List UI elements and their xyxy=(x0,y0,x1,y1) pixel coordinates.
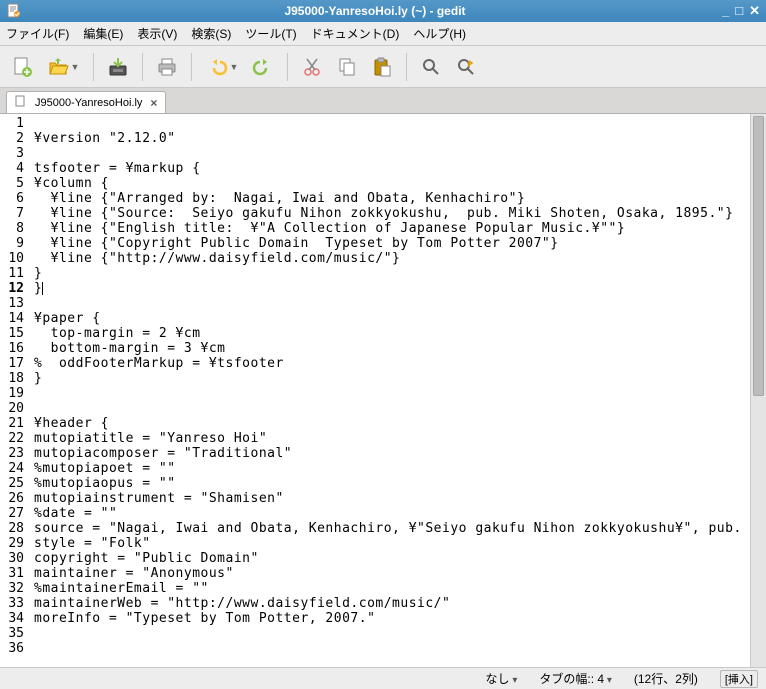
separator xyxy=(191,53,192,81)
tab-icon xyxy=(15,95,27,110)
toolbar: ▼ ▼ xyxy=(0,46,766,88)
paste-button[interactable] xyxy=(366,51,398,83)
app-icon xyxy=(6,3,22,19)
save-button[interactable] xyxy=(102,51,134,83)
separator xyxy=(93,53,94,81)
line-number-gutter: 1234567891011121314151617181920212223242… xyxy=(0,114,30,667)
maximize-button[interactable]: □ xyxy=(735,3,743,19)
search-button[interactable] xyxy=(415,51,447,83)
tabwidth-selector[interactable]: タブの幅:: 4 xyxy=(539,670,612,687)
separator xyxy=(406,53,407,81)
open-button[interactable]: ▼ xyxy=(41,51,85,83)
tabbar: J95000-YanresoHoi.ly × xyxy=(0,88,766,114)
menu-edit[interactable]: 編集(E) xyxy=(83,25,123,42)
new-file-button[interactable] xyxy=(6,51,38,83)
menu-search[interactable]: 検索(S) xyxy=(191,25,231,42)
replace-button[interactable] xyxy=(450,51,482,83)
syntax-selector[interactable]: なし xyxy=(486,670,518,687)
separator xyxy=(142,53,143,81)
tab-close-button[interactable]: × xyxy=(150,96,157,110)
print-button[interactable] xyxy=(151,51,183,83)
menu-documents[interactable]: ドキュメント(D) xyxy=(311,25,400,42)
document-tab[interactable]: J95000-YanresoHoi.ly × xyxy=(6,91,166,113)
code-area[interactable]: ¥version "2.12.0"tsfooter = ¥markup {¥co… xyxy=(30,114,750,667)
menu-tools[interactable]: ツール(T) xyxy=(245,25,296,42)
titlebar: J95000-YanresoHoi.ly (~) - gedit _ □ ✕ xyxy=(0,0,766,22)
close-button[interactable]: ✕ xyxy=(749,3,760,19)
minimize-button[interactable]: _ xyxy=(722,3,729,19)
tab-label: J95000-YanresoHoi.ly xyxy=(35,97,142,109)
redo-button[interactable] xyxy=(247,51,279,83)
cursor-position: (12行、2列) xyxy=(634,670,698,687)
menu-file[interactable]: ファイル(F) xyxy=(6,25,69,42)
menu-view[interactable]: 表示(V) xyxy=(137,25,177,42)
vertical-scrollbar[interactable] xyxy=(750,114,766,667)
copy-button[interactable] xyxy=(331,51,363,83)
insert-mode[interactable]: [挿入] xyxy=(720,670,758,688)
editor: 1234567891011121314151617181920212223242… xyxy=(0,114,766,667)
menubar: ファイル(F) 編集(E) 表示(V) 検索(S) ツール(T) ドキュメント(… xyxy=(0,22,766,46)
separator xyxy=(287,53,288,81)
scrollbar-thumb[interactable] xyxy=(753,116,764,396)
window-controls: _ □ ✕ xyxy=(722,3,760,19)
undo-button[interactable]: ▼ xyxy=(200,51,244,83)
statusbar: なし タブの幅:: 4 (12行、2列) [挿入] xyxy=(0,667,766,689)
window-title: J95000-YanresoHoi.ly (~) - gedit xyxy=(28,4,722,18)
undo-dropdown-icon: ▼ xyxy=(230,62,239,72)
cut-button[interactable] xyxy=(296,51,328,83)
menu-help[interactable]: ヘルプ(H) xyxy=(413,25,466,42)
open-dropdown-icon: ▼ xyxy=(71,62,80,72)
